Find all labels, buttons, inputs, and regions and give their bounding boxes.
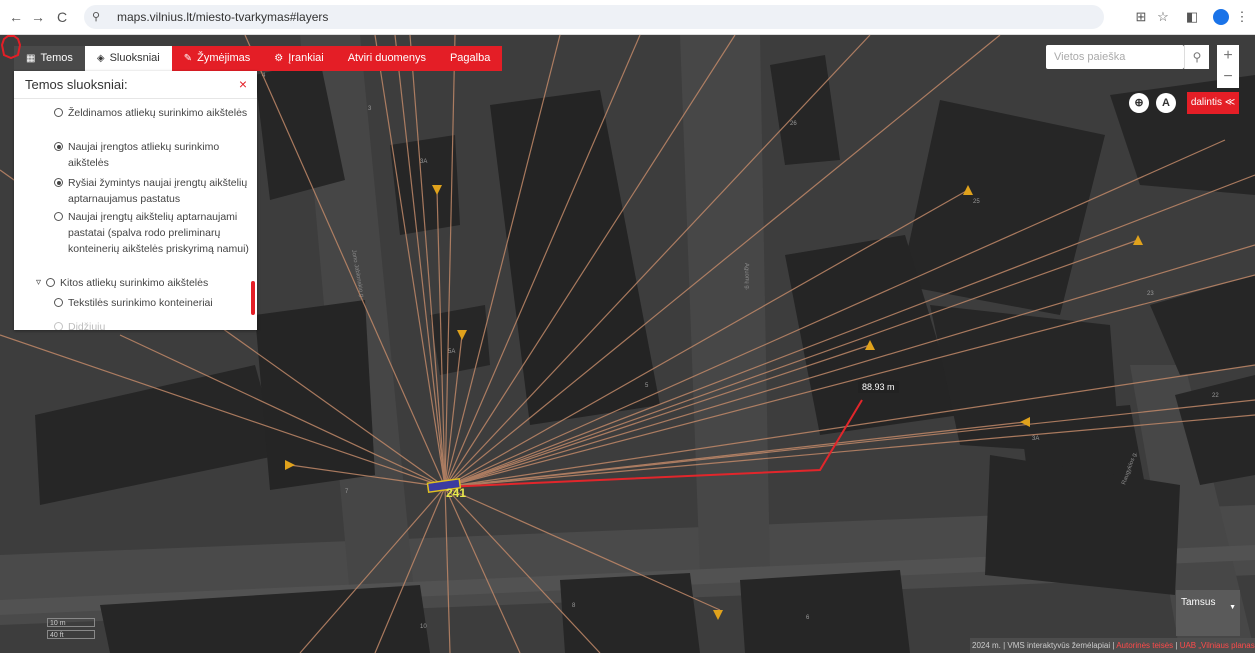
address-bar[interactable]: ⚲ maps.vilnius.lt/miesto-tvarkymas#layer… (84, 5, 1104, 29)
pencil-icon: ✎ (183, 53, 193, 64)
layer-label: Naujai įrengtų aikštelių aptarnaujami pa… (68, 211, 249, 255)
copyright-link[interactable]: Autorinės teisės (1116, 641, 1173, 650)
layer-item[interactable]: Ryšiai žymintys naujai įrengtų aikštelių… (54, 175, 257, 207)
share-button[interactable]: dalintis ≪ (1187, 92, 1239, 114)
building-number: 25 (973, 199, 980, 205)
company-link[interactable]: UAB „Vilniaus planas" (1180, 641, 1255, 650)
attribution: 2024 m. | VMS interaktyvūs žemėlapiai | … (970, 638, 1255, 653)
top-menu: ▦ Temos ◈ Sluoksniai ✎ Žymėjimas ⚙ Įrankiai … (14, 46, 503, 71)
site-settings-icon[interactable]: ⚲ (92, 10, 100, 23)
building (740, 570, 910, 653)
building-number: 26 (790, 121, 797, 127)
measure-distance-label: 88.93 m (858, 381, 899, 393)
tab-label: Žymėjimas (197, 52, 251, 64)
browser-toolbar: ← → C ⚲ maps.vilnius.lt/miesto-tvarkymas… (0, 0, 1255, 35)
tools-icon: ⚙ (274, 53, 284, 64)
map-canvas[interactable]: 433A26255A523223A78106 Jono Jablonskio g… (0, 35, 1255, 653)
kebab-menu-icon[interactable]: ⋮ (1233, 8, 1251, 26)
radio-button[interactable] (54, 178, 63, 187)
tab-irankiai[interactable]: ⚙ Įrankiai (262, 46, 336, 71)
radio-button[interactable] (54, 322, 63, 330)
tab-label: Temos (40, 52, 73, 64)
side-panel-icon[interactable]: ◧ (1183, 8, 1201, 26)
panel-header: Temos sluoksniai: × (14, 71, 257, 99)
zoom-in-button[interactable]: + (1217, 45, 1239, 67)
translate-icon[interactable]: ⊞ (1132, 8, 1150, 26)
layer-label: Želdinamos atliekų surinkimo aikštelės (68, 107, 248, 119)
tab-sluoksniai[interactable]: ◈ Sluoksniai (84, 46, 172, 71)
radio-button[interactable] (54, 108, 63, 117)
forward-arrow-icon[interactable]: → (30, 9, 46, 25)
building-number: 23 (1147, 291, 1154, 297)
radio-button[interactable] (46, 278, 55, 287)
layer-label: Ryšiai žymintys naujai įrengtų aikštelių… (68, 177, 248, 205)
tab-label: Pagalba (449, 52, 491, 64)
grid-icon: ▦ (26, 53, 36, 64)
navigation-icon[interactable]: A (1156, 93, 1176, 113)
tab-label: Atviri duomenys (347, 52, 426, 64)
tab-pagalba[interactable]: Pagalba (437, 46, 503, 71)
close-icon[interactable]: × (239, 71, 247, 98)
layer-item[interactable]: Naujai įrengtų aikštelių aptarnaujami pa… (54, 209, 257, 257)
attribution-separator: | (1175, 641, 1178, 650)
layers-icon: ◈ (96, 53, 105, 64)
star-icon[interactable]: ☆ (1154, 8, 1172, 26)
vilnius-logo-icon (0, 35, 22, 59)
layer-group[interactable]: ▿ Kitos atliekų surinkimo aikštelės (36, 275, 240, 291)
panel-title: Temos sluoksniai: (25, 77, 128, 92)
scale-bar-imperial: 40 ft (47, 630, 95, 639)
location-search-input[interactable] (1046, 45, 1184, 69)
basemap-switcher[interactable]: Tamsus ▼ (1176, 590, 1240, 636)
scale-bar-metric: 10 m (47, 618, 95, 627)
layer-item[interactable]: Želdinamos atliekų surinkimo aikštelės (54, 105, 257, 121)
street-label: Aguonų g. (743, 263, 750, 291)
reload-icon[interactable]: C (54, 9, 70, 25)
building-number: 22 (1212, 393, 1219, 399)
building-number: 10 (420, 624, 427, 630)
feature-id-label: 241 (446, 486, 467, 500)
radio-button[interactable] (54, 212, 63, 221)
building (430, 305, 490, 375)
panel-scrollbar[interactable] (251, 281, 255, 315)
attribution-text: 2024 m. | VMS interaktyvūs žemėlapiai | (972, 641, 1115, 650)
tab-label: Įrankiai (288, 52, 324, 64)
back-arrow-icon[interactable]: ← (8, 9, 24, 25)
url-text[interactable]: maps.vilnius.lt/miesto-tvarkymas#layers (117, 10, 328, 24)
layer-label: Tekstilės surinkimo konteineriai (68, 297, 213, 309)
layer-item[interactable]: Tekstilės surinkimo konteineriai (54, 295, 257, 311)
tab-zymejimas[interactable]: ✎ Žymėjimas (171, 46, 263, 71)
search-icon[interactable]: ⚲ (1184, 45, 1209, 69)
radio-button[interactable] (54, 298, 63, 307)
radio-button[interactable] (54, 142, 63, 151)
locate-icon[interactable]: ⊕ (1129, 93, 1149, 113)
layer-label: Kitos atliekų surinkimo aikštelės (60, 277, 209, 289)
profile-avatar[interactable] (1213, 9, 1229, 25)
layer-label: Naujai įrengtos atliekų surinkimo aikšte… (68, 141, 220, 169)
layer-item[interactable]: Naujai įrengtos atliekų surinkimo aikšte… (54, 139, 257, 171)
tab-temos[interactable]: ▦ Temos (14, 46, 85, 71)
zoom-out-button[interactable]: − (1217, 66, 1239, 88)
tab-atviri-duomenys[interactable]: Atviri duomenys (335, 46, 438, 71)
building (560, 573, 700, 653)
building-number: 3A (1032, 436, 1039, 442)
expand-arrow-icon[interactable]: ▿ (36, 275, 41, 291)
layers-panel: Temos sluoksniai: × Želdinamos atliekų s… (14, 71, 257, 330)
building (390, 135, 460, 235)
chevron-down-icon: ▼ (1229, 604, 1236, 611)
building-number: 3A (420, 159, 427, 165)
basemap-label: Tamsus (1181, 597, 1216, 608)
tab-label: Sluoksniai (109, 52, 160, 64)
layer-label: Didžiųjų (68, 321, 106, 330)
building-number: 5A (448, 349, 455, 355)
layer-item[interactable]: Didžiųjų (54, 319, 257, 330)
